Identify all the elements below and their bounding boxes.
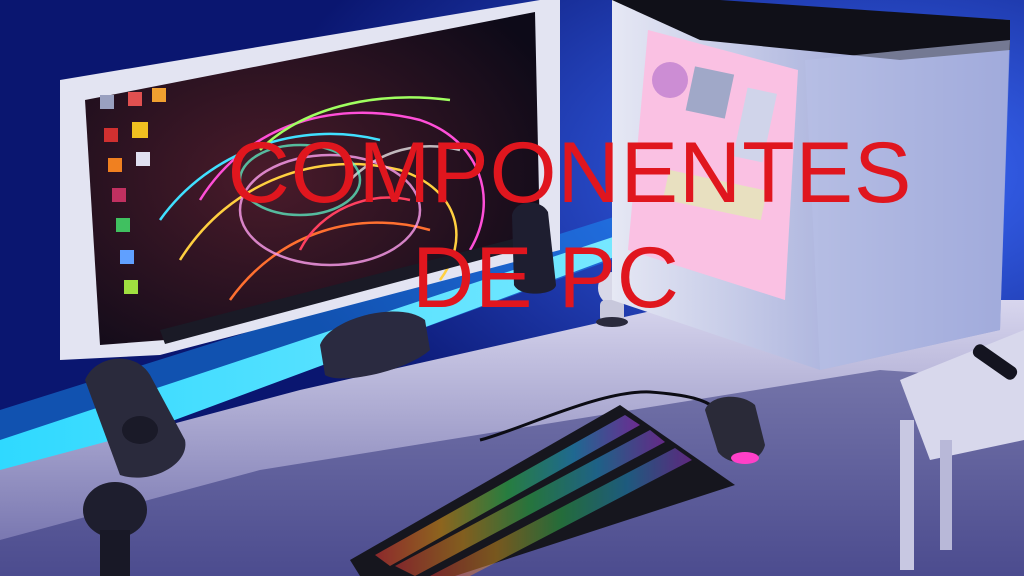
overlay-title-line1: COMPONENTES	[227, 125, 913, 221]
pc-fan	[652, 62, 688, 98]
overlay-title-line2: DE PC	[412, 230, 680, 326]
gadget	[83, 482, 147, 538]
table-leg	[940, 440, 952, 550]
desktop-icon	[152, 88, 166, 102]
speaker-cone	[122, 416, 158, 444]
gadget-stand	[100, 530, 130, 576]
mouse-glow	[731, 452, 759, 464]
desktop-icon	[116, 218, 130, 232]
desktop-icon	[128, 92, 142, 106]
desktop-icon	[100, 95, 114, 109]
table-leg	[900, 420, 914, 570]
